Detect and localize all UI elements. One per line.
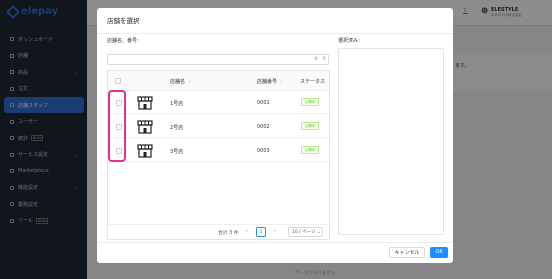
table-header: 店舗名 ⇕ 店舗番号 ⇕ ステータス <box>108 71 329 91</box>
store-name: 1号店 <box>170 101 184 107</box>
column-header-status: ステータス <box>300 79 326 85</box>
store-number: 0001 <box>257 100 270 106</box>
table-row[interactable]: 3号店 0003 公開中 <box>108 139 329 162</box>
column-header-number[interactable]: 店舗番号 ⇕ <box>257 78 283 85</box>
status-badge: 公開中 <box>301 146 319 154</box>
select-all-checkbox[interactable] <box>115 78 121 84</box>
search-field[interactable]: ⊗ ⚲ <box>107 54 329 74</box>
store-name: 3号店 <box>170 149 184 155</box>
modal-title: 店舗を選択 <box>107 17 140 25</box>
total-count: 合計 3 件 <box>218 231 239 236</box>
ok-button[interactable]: OK <box>430 247 448 258</box>
sort-icon: ⇕ <box>280 80 283 84</box>
store-icon <box>137 144 153 158</box>
selected-label: 選択済み： <box>338 38 364 44</box>
store-table: 店舗名 ⇕ 店舗番号 ⇕ ステータス 1号店 0001 公開中 2号店 0002… <box>107 70 330 240</box>
store-select-modal: 店舗を選択 店舗名、番号: ⊗ ⚲ 店舗名 ⇕ 店舗番号 ⇕ ステータス 1号店 0… <box>97 8 453 263</box>
column-label: 店舗名 <box>170 79 186 85</box>
selected-list <box>338 48 444 235</box>
table-row[interactable]: 2号店 0002 公開中 <box>108 115 329 138</box>
search-label: 店舗名、番号: <box>107 38 139 44</box>
store-number: 0002 <box>257 124 270 130</box>
store-name: 2号店 <box>170 125 184 131</box>
divider <box>97 33 453 34</box>
page-1-button[interactable]: 1 <box>256 227 266 237</box>
store-icon <box>137 120 153 134</box>
checkbox-highlight-annotation <box>108 90 126 162</box>
search-icon[interactable]: ⚲ <box>322 56 326 62</box>
cancel-button[interactable]: キャンセル <box>389 247 425 258</box>
sort-icon: ⇕ <box>188 80 191 84</box>
column-label: 店舗番号 <box>257 79 278 85</box>
status-badge: 公開中 <box>301 122 319 130</box>
next-page-button[interactable]: > <box>270 227 280 237</box>
store-icon <box>137 96 153 110</box>
page-size-value: 10 / ページ <box>292 230 316 235</box>
prev-page-button[interactable]: < <box>242 227 252 237</box>
page-size-select[interactable]: 10 / ページ ⌄ <box>288 227 323 237</box>
column-header-name[interactable]: 店舗名 ⇕ <box>170 78 191 85</box>
status-badge: 公開中 <box>301 98 319 106</box>
clear-icon[interactable]: ⊗ <box>314 56 318 62</box>
store-number: 0003 <box>257 148 270 154</box>
table-row[interactable]: 1号店 0001 公開中 <box>108 91 329 114</box>
chevron-down-icon: ⌄ <box>316 230 321 235</box>
pagination: 合計 3 件 < 1 > 10 / ページ ⌄ <box>108 224 329 239</box>
divider <box>97 242 453 243</box>
